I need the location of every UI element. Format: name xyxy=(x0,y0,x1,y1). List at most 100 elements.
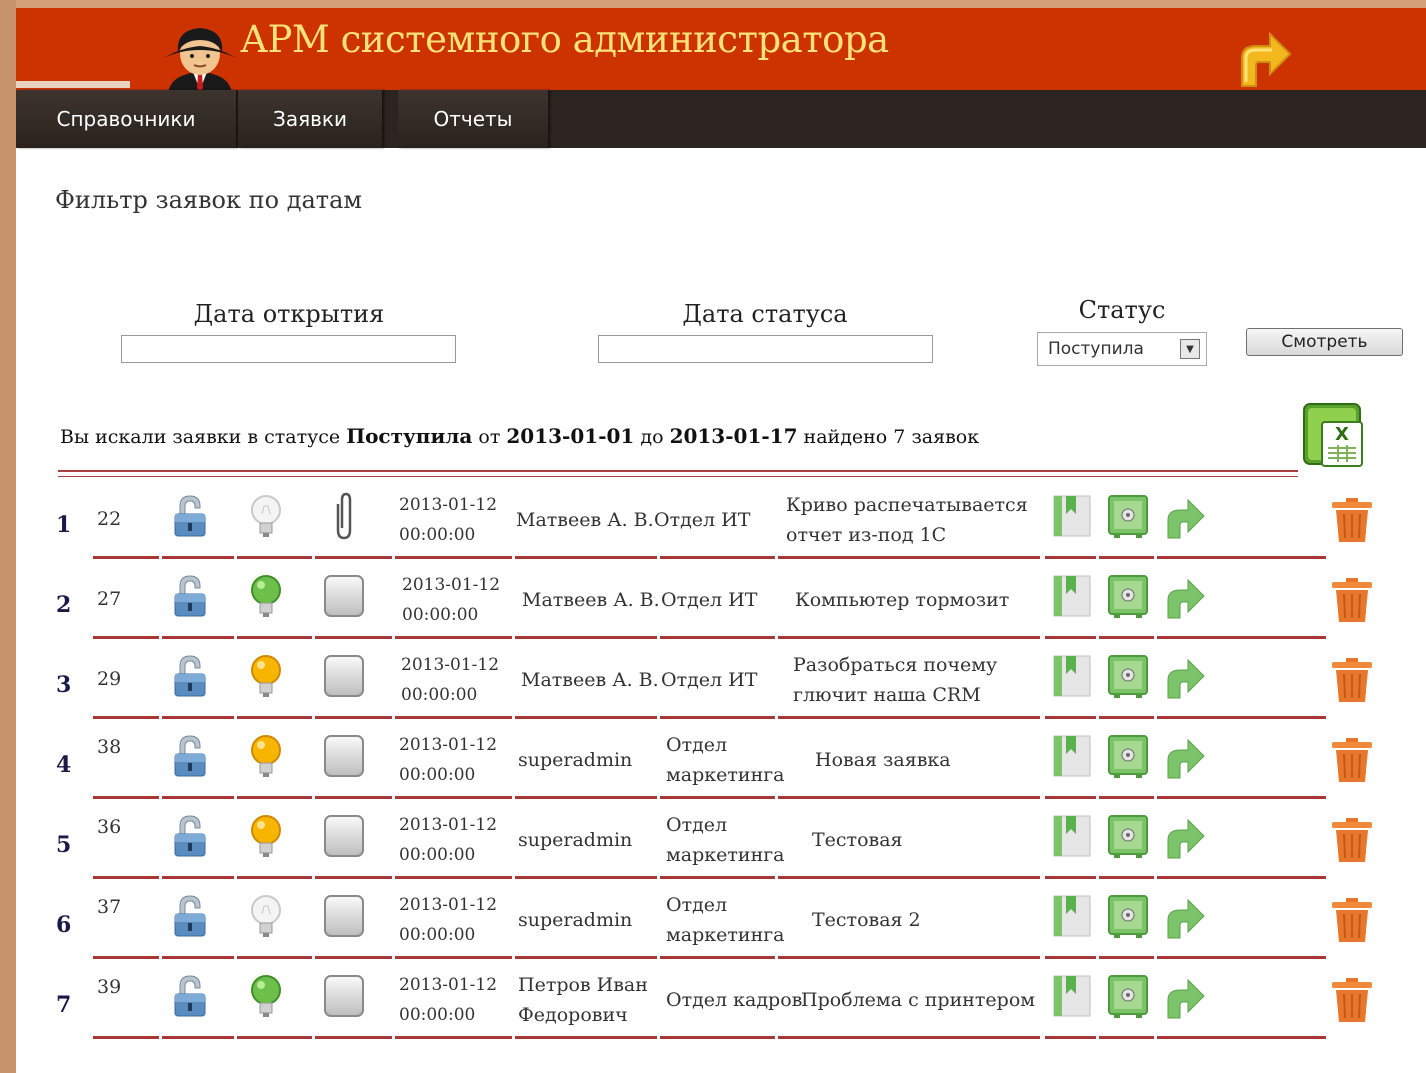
safe-icon[interactable] xyxy=(1106,492,1150,540)
bookmark-icon[interactable] xyxy=(1050,732,1094,780)
bookmark-icon[interactable] xyxy=(1050,972,1094,1020)
request-description: Новая заявка xyxy=(815,745,951,775)
request-department-line: маркетинга xyxy=(666,844,785,866)
safe-icon[interactable] xyxy=(1106,812,1150,860)
row-divider xyxy=(778,956,1040,959)
request-datetime: 2013-01-12 00:00:00 xyxy=(401,650,499,710)
nav-item-requests[interactable]: Заявки xyxy=(238,90,382,148)
row-divider xyxy=(515,716,657,719)
request-time: 00:00:00 xyxy=(399,1005,476,1025)
bookmark-icon[interactable] xyxy=(1050,572,1094,620)
exit-arrow-icon[interactable] xyxy=(1232,28,1294,90)
row-divider xyxy=(1045,796,1096,799)
request-author-line: Матвеев А. В. xyxy=(516,509,654,531)
request-id: 29 xyxy=(97,668,122,690)
bookmark-icon[interactable] xyxy=(1050,492,1094,540)
row-number: 3 xyxy=(56,672,72,698)
forward-arrow-icon[interactable] xyxy=(1162,814,1206,862)
summary-count: 7 xyxy=(893,426,906,448)
table-row: 1 22 2013-01-12 00:00:00 Матвеев А. В. Отдел … xyxy=(0,480,1426,560)
table-row: 6 37 2013-01-12 00:00:00 superadmin Отдел марк… xyxy=(0,880,1426,960)
request-author-line: Федорович xyxy=(518,1004,628,1026)
status-label: Статус xyxy=(1078,296,1166,324)
trash-icon[interactable] xyxy=(1330,576,1374,624)
row-divider xyxy=(1045,1036,1096,1039)
request-id: 27 xyxy=(97,588,122,610)
row-divider xyxy=(1099,716,1154,719)
request-description-line: Криво распечатывается xyxy=(786,494,1028,516)
view-button[interactable]: Смотреть xyxy=(1246,328,1403,356)
search-summary: Вы искали заявки в статусе Поступила от … xyxy=(60,424,979,448)
row-divider xyxy=(1157,636,1326,639)
trash-icon[interactable] xyxy=(1330,896,1374,944)
safe-icon[interactable] xyxy=(1106,652,1150,700)
attachment-placeholder-icon xyxy=(322,972,366,1020)
trash-icon[interactable] xyxy=(1330,736,1374,784)
trash-icon[interactable] xyxy=(1330,976,1374,1024)
summary-to-word: до xyxy=(640,426,664,448)
row-number: 7 xyxy=(56,992,72,1018)
row-divider xyxy=(660,876,775,879)
forward-arrow-icon[interactable] xyxy=(1162,654,1206,702)
request-department-line: Отдел xyxy=(666,894,728,916)
forward-arrow-icon[interactable] xyxy=(1162,494,1206,542)
dropdown-arrow-icon[interactable]: ▼ xyxy=(1180,339,1200,359)
request-date: 2013-01-12 xyxy=(399,815,498,835)
request-id: 39 xyxy=(97,976,122,998)
table-row: 4 38 2013-01-12 00:00:00 superadmin Отдел марк… xyxy=(0,720,1426,800)
bookmark-icon[interactable] xyxy=(1050,812,1094,860)
safe-icon[interactable] xyxy=(1106,892,1150,940)
row-divider xyxy=(162,636,234,639)
row-divider xyxy=(1157,796,1326,799)
row-divider xyxy=(93,556,159,559)
safe-icon[interactable] xyxy=(1106,572,1150,620)
request-description-line: глючит наша CRM xyxy=(793,684,981,706)
summary-from-date: 2013-01-01 xyxy=(506,424,635,448)
row-divider xyxy=(237,716,312,719)
status-select[interactable]: Поступила ▼ xyxy=(1037,332,1207,366)
forward-arrow-icon[interactable] xyxy=(1162,734,1206,782)
lock-icon xyxy=(168,652,212,700)
trash-icon[interactable] xyxy=(1330,816,1374,864)
request-description-line: Тестовая xyxy=(812,829,903,851)
row-divider xyxy=(515,876,657,879)
row-number: 5 xyxy=(56,832,72,858)
trash-icon[interactable] xyxy=(1330,656,1374,704)
row-divider xyxy=(1157,876,1326,879)
row-divider xyxy=(660,716,775,719)
trash-icon[interactable] xyxy=(1330,496,1374,544)
row-divider xyxy=(515,556,657,559)
forward-arrow-icon[interactable] xyxy=(1162,974,1206,1022)
request-description-line: Компьютер тормозит xyxy=(795,589,1010,611)
nav-item-reports[interactable]: Отчеты xyxy=(398,90,548,148)
excel-export-icon[interactable]: X xyxy=(1302,402,1366,470)
row-divider xyxy=(778,796,1040,799)
request-description-line: отчет из-под 1С xyxy=(786,524,947,546)
request-id: 38 xyxy=(97,736,122,758)
request-department: Отдел ИТ xyxy=(661,585,757,615)
status-date-input[interactable] xyxy=(598,335,933,363)
safe-icon[interactable] xyxy=(1106,732,1150,780)
forward-arrow-icon[interactable] xyxy=(1162,894,1206,942)
row-divider xyxy=(395,796,512,799)
row-divider xyxy=(237,796,312,799)
nav-item-directories[interactable]: Справочники xyxy=(16,90,236,148)
open-date-input[interactable] xyxy=(121,335,456,363)
bookmark-icon[interactable] xyxy=(1050,652,1094,700)
attachment-placeholder-icon xyxy=(322,892,366,940)
safe-icon[interactable] xyxy=(1106,972,1150,1020)
row-divider xyxy=(162,876,234,879)
request-datetime: 2013-01-12 00:00:00 xyxy=(402,570,500,630)
row-number: 4 xyxy=(56,752,72,778)
bookmark-icon[interactable] xyxy=(1050,892,1094,940)
svg-text:X: X xyxy=(1335,424,1349,445)
bulb-yellow-icon xyxy=(244,812,288,860)
request-time: 00:00:00 xyxy=(399,925,476,945)
app-title: АРМ системного администратора xyxy=(240,18,889,61)
forward-arrow-icon[interactable] xyxy=(1162,574,1206,622)
row-divider xyxy=(1157,556,1326,559)
window-frame-top xyxy=(0,0,1426,8)
paperclip-icon[interactable] xyxy=(322,492,366,540)
request-time: 00:00:00 xyxy=(399,525,476,545)
summary-suffix: заявок xyxy=(911,426,980,448)
